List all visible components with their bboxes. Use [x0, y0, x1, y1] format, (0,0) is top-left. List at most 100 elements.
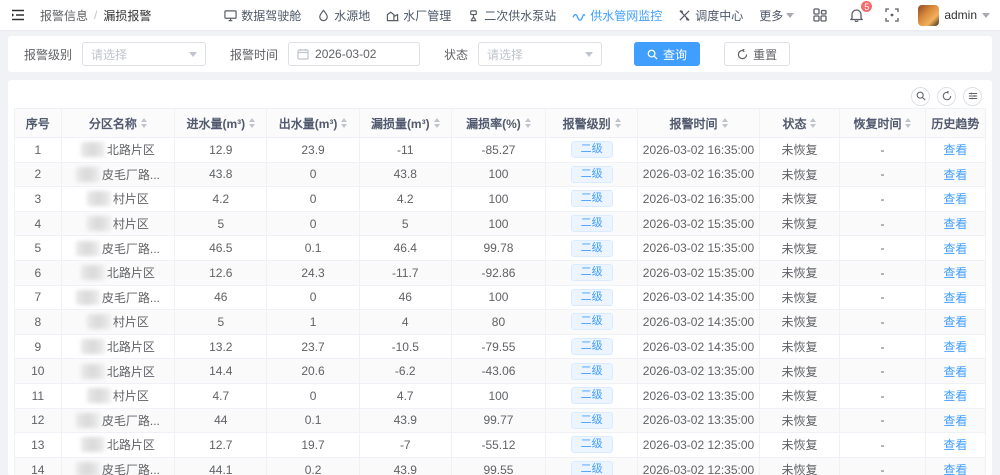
- cell-loss: -10.5: [358, 333, 452, 360]
- sort-icon[interactable]: [614, 118, 621, 128]
- alarm-level-select[interactable]: 请选择: [82, 42, 207, 66]
- redacted-blur: [80, 339, 105, 355]
- status-select[interactable]: 请选择: [478, 42, 603, 66]
- cell-partition-name: 村片区: [60, 210, 176, 237]
- redacted-blur: [80, 437, 105, 453]
- cell-outflow: 0: [266, 284, 360, 311]
- sort-icon[interactable]: [524, 118, 531, 128]
- user-menu[interactable]: admin: [918, 4, 990, 26]
- cell-alarm-time: 2026-03-02 13:35:00: [637, 407, 760, 434]
- water-source-icon: [317, 8, 330, 22]
- cell-alarm-time: 2026-03-02 16:35:00: [637, 137, 760, 163]
- column-header[interactable]: 历史趋势: [924, 108, 987, 138]
- breadcrumb-parent[interactable]: 报警信息: [40, 7, 88, 24]
- topbar: 报警信息 / 漏损报警 数据驾驶舱 水源地 水厂管理 二次供水泵站 供水管网监控…: [0, 0, 1000, 30]
- table-row: 8 村片区 5 1 4 80 二级 2026-03-02 14:35:00 未恢…: [14, 309, 987, 335]
- cell-outflow: 20.6: [266, 358, 360, 384]
- nav-item-water-plant[interactable]: 水厂管理: [386, 7, 451, 24]
- cell-alarm-time: 2026-03-02 16:35:00: [637, 186, 760, 212]
- cell-alarm-level: 二级: [545, 137, 639, 163]
- more-menu[interactable]: 更多: [759, 7, 795, 24]
- column-header[interactable]: 漏损量(m³): [358, 108, 452, 138]
- sort-icon[interactable]: [249, 118, 256, 128]
- search-button[interactable]: 查询: [634, 42, 701, 66]
- sort-icon[interactable]: [810, 118, 817, 128]
- column-settings-button[interactable]: [963, 86, 982, 106]
- sort-icon[interactable]: [905, 118, 912, 128]
- cell-alarm-level: 二级: [545, 284, 639, 311]
- cell-alarm-level: 二级: [545, 407, 639, 434]
- cell-seq: 3: [14, 186, 62, 212]
- column-header[interactable]: 恢复时间: [839, 108, 926, 138]
- redacted-blur: [80, 142, 105, 158]
- nav-item-data-cockpit[interactable]: 数据驾驶舱: [224, 7, 301, 24]
- refresh-table-button[interactable]: [937, 86, 956, 106]
- cell-partition-name: 皮毛厂路...: [60, 161, 176, 188]
- collapse-menu-icon[interactable]: [8, 5, 28, 25]
- cell-loss: 4.2: [358, 186, 452, 212]
- alarm-level-badge: 二级: [570, 461, 613, 475]
- column-header[interactable]: 漏损率(%): [450, 108, 547, 138]
- cell-status: 未恢复: [758, 358, 841, 384]
- column-header[interactable]: 序号: [14, 108, 62, 138]
- view-trend-link[interactable]: 查看: [943, 291, 967, 305]
- column-header[interactable]: 进水量(m³): [174, 108, 268, 138]
- table-row: 1 北路片区 12.9 23.9 -11 -85.27 二级 2026-03-0…: [14, 137, 987, 163]
- toggle-search-button[interactable]: [911, 86, 930, 106]
- view-trend-link[interactable]: 查看: [943, 143, 967, 157]
- sort-icon[interactable]: [721, 118, 728, 128]
- column-header[interactable]: 分区名称: [60, 108, 176, 138]
- cell-status: 未恢复: [758, 161, 841, 188]
- view-trend-link[interactable]: 查看: [943, 217, 967, 231]
- redacted-blur: [75, 166, 100, 182]
- notification-count-badge: 5: [860, 0, 874, 13]
- view-trend-link[interactable]: 查看: [943, 365, 967, 379]
- column-header[interactable]: 出水量(m³): [266, 108, 360, 138]
- sort-icon[interactable]: [341, 118, 348, 128]
- nav-item-dispatch-center[interactable]: 调度中心: [678, 7, 743, 24]
- column-header[interactable]: 状态: [758, 108, 841, 138]
- view-trend-link[interactable]: 查看: [943, 463, 967, 475]
- alarm-level-badge: 二级: [570, 264, 613, 282]
- view-trend-link[interactable]: 查看: [943, 168, 967, 182]
- fullscreen-scan-icon[interactable]: [882, 5, 902, 25]
- nav-item-pump-station[interactable]: 二次供水泵站: [467, 7, 556, 24]
- nav-item-water-source[interactable]: 水源地: [317, 7, 370, 24]
- column-header[interactable]: 报警时间: [637, 108, 760, 138]
- alarm-date-input[interactable]: 2026-03-02: [288, 42, 421, 66]
- table-row: 9 北路片区 13.2 23.7 -10.5 -79.55 二级 2026-03…: [14, 333, 987, 360]
- cell-alarm-level: 二级: [545, 235, 639, 261]
- view-trend-link[interactable]: 查看: [943, 315, 967, 329]
- view-trend-link[interactable]: 查看: [943, 414, 967, 428]
- cell-inflow: 46.5: [174, 235, 268, 261]
- cell-loss-rate: 80: [450, 309, 547, 335]
- cell-history-trend: 查看: [924, 161, 987, 188]
- view-trend-link[interactable]: 查看: [943, 192, 967, 206]
- notification-bell-icon[interactable]: 5: [846, 0, 874, 25]
- sort-icon[interactable]: [140, 118, 147, 128]
- view-trend-link[interactable]: 查看: [943, 389, 967, 403]
- column-header[interactable]: 报警级别: [545, 108, 639, 138]
- view-trend-link[interactable]: 查看: [943, 438, 967, 452]
- cell-loss-rate: -85.27: [450, 137, 547, 163]
- cell-recover-time: -: [839, 456, 926, 475]
- cell-partition-name: 北路片区: [60, 137, 176, 163]
- pipe-network-icon: [572, 9, 586, 22]
- nav-item-pipe-network-monitor[interactable]: 供水管网监控: [572, 7, 662, 24]
- view-trend-link[interactable]: 查看: [943, 266, 967, 280]
- cell-partition-name: 北路片区: [60, 358, 176, 384]
- username: admin: [944, 8, 977, 22]
- reset-button[interactable]: 重置: [724, 42, 791, 66]
- cell-loss: 43.9: [358, 456, 452, 475]
- table-row: 2 皮毛厂路... 43.8 0 43.8 100 二级 2026-03-02 …: [14, 161, 987, 188]
- view-trend-link[interactable]: 查看: [943, 242, 967, 256]
- sort-icon[interactable]: [433, 118, 440, 128]
- alarm-level-badge: 二级: [570, 387, 613, 405]
- cell-recover-time: -: [839, 235, 926, 261]
- apps-grid-icon[interactable]: [810, 5, 830, 25]
- dispatch-center-icon: [678, 9, 691, 22]
- view-trend-link[interactable]: 查看: [943, 340, 967, 354]
- cell-status: 未恢复: [758, 259, 841, 286]
- redacted-blur: [75, 240, 100, 256]
- cell-outflow: 0.1: [266, 407, 360, 434]
